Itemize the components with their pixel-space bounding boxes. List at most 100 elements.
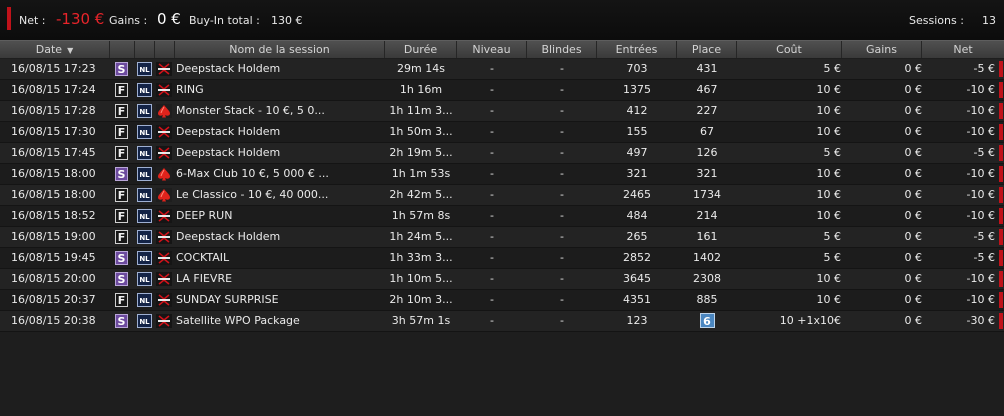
cell-cost: 5 €	[823, 62, 842, 75]
cell-date: 16/08/15 17:28	[11, 104, 96, 117]
cell-level: -	[490, 293, 494, 306]
cell-date: 16/08/15 20:37	[11, 293, 96, 306]
cell-entries: 123	[626, 314, 648, 327]
cell-date: 16/08/15 20:38	[11, 314, 96, 327]
cell-net: -10 €	[966, 209, 995, 222]
cell-blinds: -	[560, 251, 564, 264]
cell-cost: 10 €	[816, 125, 842, 138]
table-row[interactable]: 16/08/15 17:24 F NL RING 1h 16m - - 1375…	[0, 80, 1004, 101]
poker-room-logo	[156, 251, 172, 265]
nl-badge: NL	[137, 209, 152, 223]
table-row[interactable]: 16/08/15 18:00 F NL Le Classico - 10 €, …	[0, 185, 1004, 206]
cell-entries: 412	[626, 104, 648, 117]
cell-blinds: -	[560, 209, 564, 222]
poker-room-logo	[156, 314, 172, 328]
cell-entries: 265	[626, 230, 648, 243]
cell-place: 6	[677, 311, 737, 331]
column-header-place[interactable]: Place	[677, 41, 737, 58]
nl-badge: NL	[137, 167, 152, 181]
game-type-badge: F	[115, 146, 128, 160]
table-row[interactable]: 16/08/15 20:37 F NL SUNDAY SURPRISE 2h 1…	[0, 290, 1004, 311]
nl-badge: NL	[137, 125, 152, 139]
table-row[interactable]: 16/08/15 20:38 S NL Satellite WPO Packag…	[0, 311, 1004, 332]
loss-indicator	[999, 187, 1003, 203]
column-header-gains[interactable]: Gains	[842, 41, 922, 58]
cell-blinds: -	[560, 293, 564, 306]
loss-indicator	[999, 271, 1003, 287]
cell-duration: 2h 42m 5...	[389, 188, 453, 201]
cell-place: 161	[696, 230, 718, 243]
game-type-badge: F	[115, 125, 128, 139]
cell-session-name: SUNDAY SURPRISE	[176, 293, 279, 306]
sessions-label: Sessions :	[909, 14, 964, 27]
column-header-limit[interactable]	[135, 41, 155, 58]
column-header-type[interactable]	[110, 41, 135, 58]
nl-badge: NL	[137, 230, 152, 244]
cell-duration: 1h 10m 5...	[389, 272, 453, 285]
column-header-cost[interactable]: Coût	[737, 41, 842, 58]
column-header-name[interactable]: Nom de la session	[175, 41, 385, 58]
net-label: Net :	[19, 14, 46, 27]
game-type-badge: F	[115, 83, 128, 97]
column-header-entries[interactable]: Entrées	[597, 41, 677, 58]
table-row[interactable]: 16/08/15 17:30 F NL Deepstack Holdem 1h …	[0, 122, 1004, 143]
cell-place: 431	[696, 62, 718, 75]
loss-indicator	[999, 292, 1003, 308]
nl-badge: NL	[137, 188, 152, 202]
cell-gains: 0 €	[904, 293, 923, 306]
column-header-date[interactable]: Date ▼	[0, 41, 110, 58]
cell-entries: 1375	[623, 83, 651, 96]
cell-entries: 4351	[623, 293, 651, 306]
column-header-duration[interactable]: Durée	[385, 41, 457, 58]
column-header-room[interactable]	[155, 41, 175, 58]
cell-blinds: -	[560, 188, 564, 201]
cell-level: -	[490, 83, 494, 96]
column-header-net[interactable]: Net	[922, 41, 1004, 58]
table-row[interactable]: 16/08/15 20:00 S NL LA FIEVRE 1h 10m 5..…	[0, 269, 1004, 290]
table-row[interactable]: 16/08/15 17:28 F NL Monster Stack - 10 €…	[0, 101, 1004, 122]
cell-entries: 484	[626, 209, 648, 222]
column-header-date-label: Date	[35, 43, 63, 56]
table-row[interactable]: 16/08/15 19:00 F NL Deepstack Holdem 1h …	[0, 227, 1004, 248]
cell-entries: 2852	[623, 251, 651, 264]
cell-level: -	[490, 209, 494, 222]
cell-duration: 29m 14s	[397, 62, 445, 75]
game-type-badge: F	[115, 104, 128, 118]
cell-gains: 0 €	[904, 314, 923, 327]
nl-badge: NL	[137, 272, 152, 286]
game-type-badge: F	[115, 230, 128, 244]
cell-place: 321	[696, 167, 718, 180]
cell-duration: 1h 50m 3...	[389, 125, 453, 138]
game-type-badge: S	[115, 251, 128, 265]
cell-level: -	[490, 146, 494, 159]
cell-session-name: Deepstack Holdem	[176, 230, 281, 243]
cell-blinds: -	[560, 146, 564, 159]
cell-place: 227	[696, 104, 718, 117]
cell-date: 16/08/15 17:24	[11, 83, 96, 96]
cell-duration: 1h 16m	[399, 83, 443, 96]
loss-indicator	[999, 166, 1003, 182]
column-header-blinds[interactable]: Blindes	[527, 41, 597, 58]
summary-bar: Net : -130 € Gains : 0 € Buy-In total : …	[0, 0, 1004, 40]
cell-blinds: -	[560, 83, 564, 96]
game-type-badge: S	[115, 62, 128, 76]
game-type-badge: S	[115, 314, 128, 328]
table-row[interactable]: 16/08/15 17:45 F NL Deepstack Holdem 2h …	[0, 143, 1004, 164]
table-row[interactable]: 16/08/15 17:23 S NL Deepstack Holdem 29m…	[0, 59, 1004, 80]
spade-logo	[156, 167, 172, 181]
spade-logo	[156, 188, 172, 202]
cell-entries: 703	[626, 62, 648, 75]
cell-date: 16/08/15 19:00	[11, 230, 96, 243]
cell-cost: 10 €	[816, 167, 842, 180]
table-row[interactable]: 16/08/15 18:00 S NL 6-Max Club 10 €, 5 0…	[0, 164, 1004, 185]
cell-session-name: Monster Stack - 10 €, 5 0...	[176, 104, 325, 117]
sort-descending-icon: ▼	[67, 46, 74, 55]
nl-badge: NL	[137, 314, 152, 328]
nl-badge: NL	[137, 62, 152, 76]
cell-net: -10 €	[966, 83, 995, 96]
table-row[interactable]: 16/08/15 18:52 F NL DEEP RUN 1h 57m 8s -…	[0, 206, 1004, 227]
column-header-level[interactable]: Niveau	[457, 41, 527, 58]
cell-cost: 5 €	[823, 230, 842, 243]
game-type-badge: F	[115, 209, 128, 223]
table-row[interactable]: 16/08/15 19:45 S NL COCKTAIL 1h 33m 3...…	[0, 248, 1004, 269]
